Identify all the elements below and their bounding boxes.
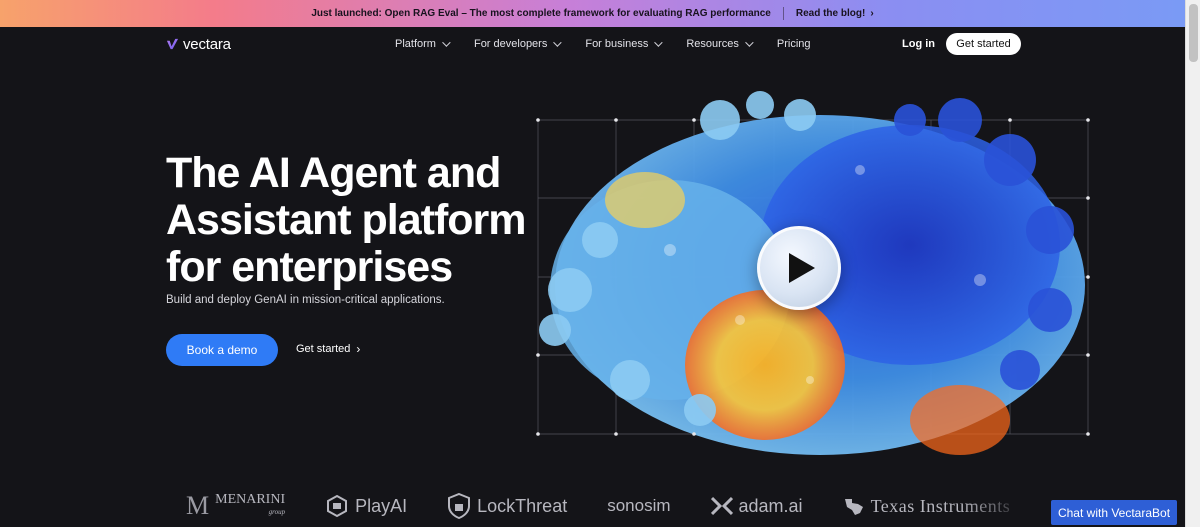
nav-item-platform[interactable]: Platform [395, 38, 451, 50]
adamai-logo: adam.ai [710, 495, 803, 517]
playai-icon [327, 494, 348, 518]
announcement-divider [782, 7, 784, 20]
chevron-down-icon [442, 38, 451, 47]
brand-logo[interactable]: vectara [166, 36, 231, 53]
menarini-logo: M MENARINI group [186, 491, 285, 521]
hero-get-started-label: Get started [296, 343, 351, 355]
nav-item-label: Platform [395, 38, 436, 50]
announcement-link[interactable]: Read the blog! [796, 8, 865, 19]
playai-name: PlayAI [355, 495, 408, 516]
get-started-button[interactable]: Get started [946, 33, 1021, 55]
lockthreat-logo: LockThreat [447, 493, 567, 519]
hero-title-line: Assistant platform [166, 196, 527, 244]
adamai-icon [710, 496, 733, 516]
announcement-text[interactable]: Just launched: Open RAG Eval – The most … [311, 8, 771, 19]
nav-item-label: For business [585, 38, 649, 50]
play-icon [789, 253, 815, 283]
hero-get-started-link[interactable]: Get started › [296, 342, 360, 356]
adamai-name: adam.ai [738, 495, 803, 516]
nav-item-for-developers[interactable]: For developers [473, 38, 563, 50]
hero-title-line: The AI Agent and [166, 149, 501, 197]
announcement-bar[interactable]: Just launched: Open RAG Eval – The most … [0, 0, 1185, 27]
shield-icon [448, 493, 471, 519]
chevron-down-icon [553, 38, 563, 47]
chat-widget-button[interactable]: Chat with VectaraBot [1051, 500, 1177, 525]
nav-item-label: Pricing [776, 38, 811, 50]
chevron-right-icon: › [356, 342, 361, 356]
nav-item-resources[interactable]: Resources [686, 38, 754, 50]
vectara-logo-icon [166, 38, 179, 50]
play-video-button[interactable] [757, 226, 841, 310]
lockthreat-name: LockThreat [477, 495, 568, 516]
texas-state-icon [844, 499, 863, 515]
menarini-mark: M [186, 491, 210, 520]
nav-item-for-business[interactable]: For business [585, 38, 663, 50]
logos-fade-overlay [960, 482, 1030, 527]
sonosim-logo: sonosim [607, 496, 670, 516]
login-link[interactable]: Log in [902, 38, 935, 50]
customer-logos: M MENARINI group PlayAI LockThreat sonos… [186, 488, 1026, 524]
chevron-down-icon [745, 38, 754, 47]
hero-title: The AI Agent and Assistant platform for … [166, 149, 527, 291]
hero-subtitle: Build and deploy GenAI in mission-critic… [166, 294, 445, 306]
menarini-sub: group [268, 508, 286, 516]
main-nav: vectara Platform For developers For busi… [0, 27, 1185, 63]
menarini-name: MENARINI [215, 492, 286, 507]
book-demo-button[interactable]: Book a demo [166, 334, 278, 366]
scrollbar-thumb[interactable] [1189, 4, 1198, 62]
nav-item-pricing[interactable]: Pricing [777, 38, 811, 50]
brand-name: vectara [183, 36, 231, 53]
nav-links: Platform For developers For business Res… [395, 38, 811, 50]
nav-item-label: For developers [473, 38, 548, 50]
chevron-down-icon [654, 38, 663, 47]
page-scrollbar[interactable] [1185, 0, 1200, 527]
nav-item-label: Resources [686, 38, 739, 50]
playai-logo: PlayAI [325, 494, 407, 518]
chevron-right-icon: › [870, 8, 874, 19]
sonosim-name: sonosim [607, 496, 671, 515]
hero-title-line: for enterprises [166, 243, 453, 291]
